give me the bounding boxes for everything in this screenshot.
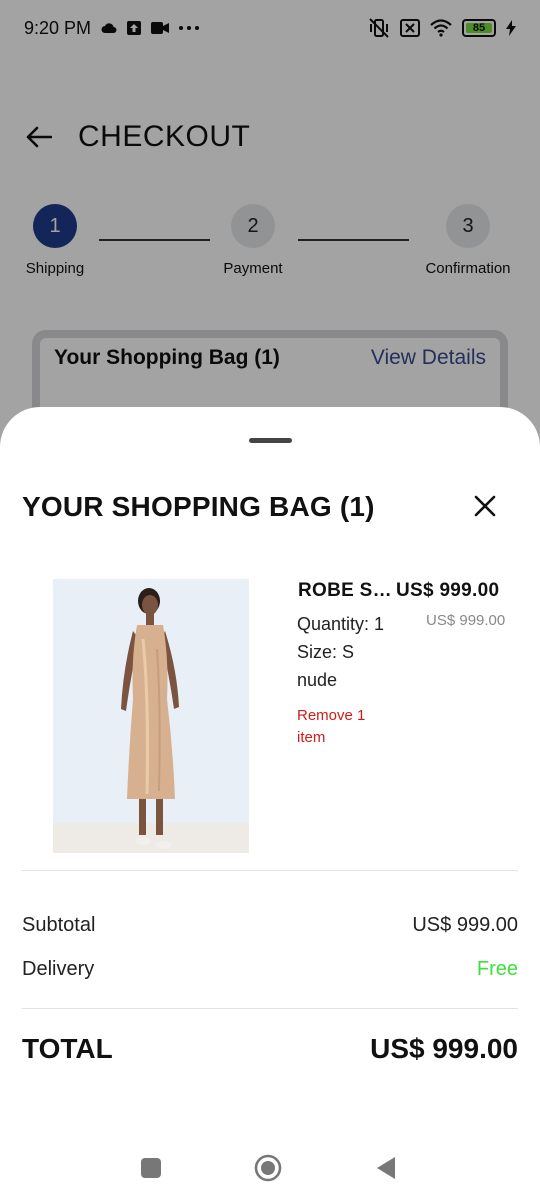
- remove-item-link[interactable]: Remove 1 item: [297, 705, 397, 749]
- square-icon: [141, 1158, 161, 1178]
- product-color: nude: [297, 670, 338, 690]
- sheet-title: YOUR SHOPPING BAG (1): [22, 491, 375, 522]
- subtotal-value: US$ 999.00: [412, 914, 518, 936]
- product-original-price: US$ 999.00: [426, 612, 506, 629]
- product-image: [53, 579, 249, 853]
- divider: [22, 870, 518, 871]
- divider: [22, 1008, 518, 1009]
- total-value: US$ 999.00: [370, 1033, 518, 1064]
- product-photo: [53, 579, 249, 853]
- recents-button[interactable]: [137, 1154, 165, 1182]
- subtotal-label: Subtotal: [22, 914, 96, 936]
- system-nav-bar: [0, 1140, 540, 1196]
- close-button[interactable]: [466, 489, 504, 527]
- home-circle-icon: [254, 1154, 282, 1182]
- shopping-bag-sheet: YOUR SHOPPING BAG (1) ROBE SE US$ 999.00…: [0, 407, 540, 1200]
- back-button[interactable]: [372, 1154, 400, 1182]
- product-price: US$ 999.00: [396, 580, 500, 601]
- back-triangle-icon: [377, 1157, 395, 1179]
- delivery-label: Delivery: [22, 958, 95, 980]
- product-quantity: Quantity: 1: [297, 614, 385, 634]
- home-button[interactable]: [254, 1154, 282, 1182]
- drag-handle[interactable]: [249, 438, 292, 443]
- close-icon: [474, 495, 496, 522]
- total-label: TOTAL: [22, 1033, 113, 1064]
- product-name: ROBE SEQUIN: [298, 580, 396, 601]
- delivery-value: Free: [476, 958, 518, 980]
- product-size: Size: S: [297, 642, 355, 662]
